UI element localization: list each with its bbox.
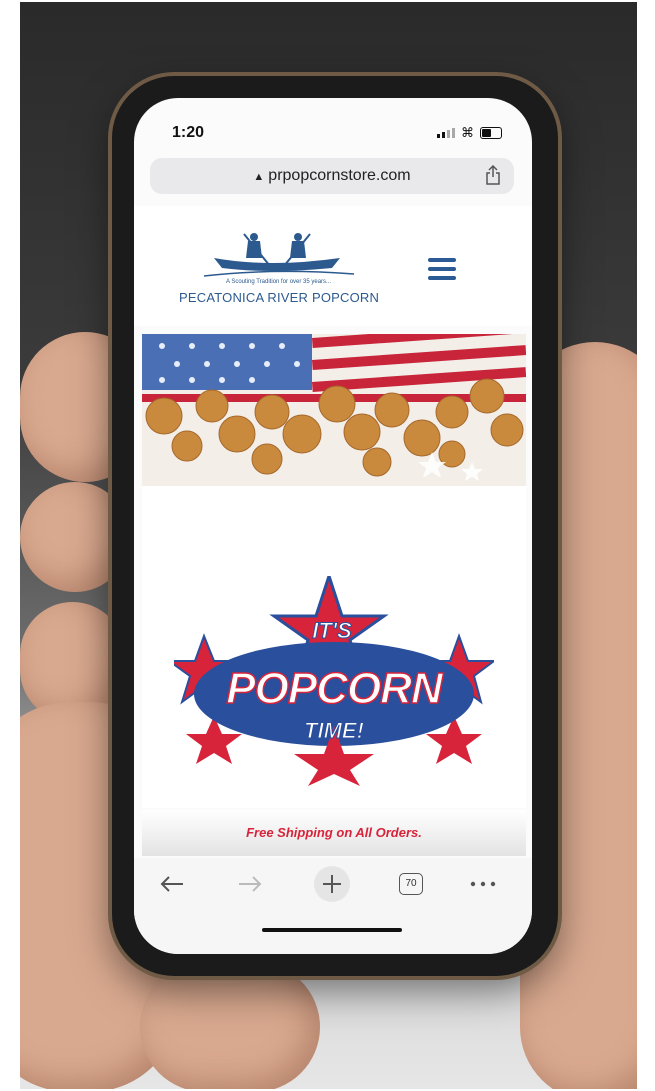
new-tab-icon [323, 875, 341, 893]
popcorn-time-logo[interactable]: IT'S POPCORN TIME! [174, 576, 494, 786]
tabs-button[interactable]: 70 [396, 870, 426, 898]
back-button[interactable] [152, 870, 192, 898]
phone-screen: 1:20 ⌘ ▲ prpopcornstore.com A Scouting Tr… [134, 98, 532, 954]
hamburger-menu-icon[interactable] [428, 258, 456, 280]
browser-toolbar: 70 [134, 858, 532, 954]
promo-line3: TIME! [304, 718, 365, 744]
flag-popcorn-image [142, 334, 526, 486]
promo-line2: POPCORN [226, 663, 444, 714]
more-icon [470, 881, 496, 887]
status-icons: ⌘ [437, 126, 502, 139]
bottom-thumb [140, 962, 320, 1089]
shipping-banner[interactable]: Free Shipping on All Orders. [142, 810, 526, 856]
status-time: 1:20 [172, 124, 205, 141]
tabs-icon: 70 [399, 873, 423, 895]
logo-name[interactable]: PECATONICA RIVER POPCORN [179, 290, 379, 305]
lock-icon: ▲ [253, 171, 265, 183]
share-icon[interactable] [486, 165, 500, 185]
battery-icon [480, 126, 502, 139]
wifi-icon: ⌘ [461, 125, 474, 140]
home-indicator[interactable] [262, 928, 402, 932]
hero-banner [142, 334, 526, 486]
status-bar: 1:20 ⌘ [134, 98, 532, 150]
shipping-text: Free Shipping on All Orders. [246, 825, 422, 840]
url-text: prpopcornstore.com [268, 167, 411, 184]
url-display[interactable]: ▲ prpopcornstore.com [150, 167, 514, 185]
back-icon [160, 876, 183, 892]
promo-line1: IT'S [312, 618, 352, 644]
new-tab-button[interactable] [314, 866, 350, 902]
address-bar[interactable]: ▲ prpopcornstore.com [150, 158, 514, 194]
more-button[interactable] [466, 870, 500, 898]
signal-icon [437, 127, 455, 138]
forward-button[interactable] [230, 870, 270, 898]
forward-icon [239, 876, 262, 892]
logo-tagline: A Scouting Tradition for over 35 years..… [226, 279, 332, 285]
